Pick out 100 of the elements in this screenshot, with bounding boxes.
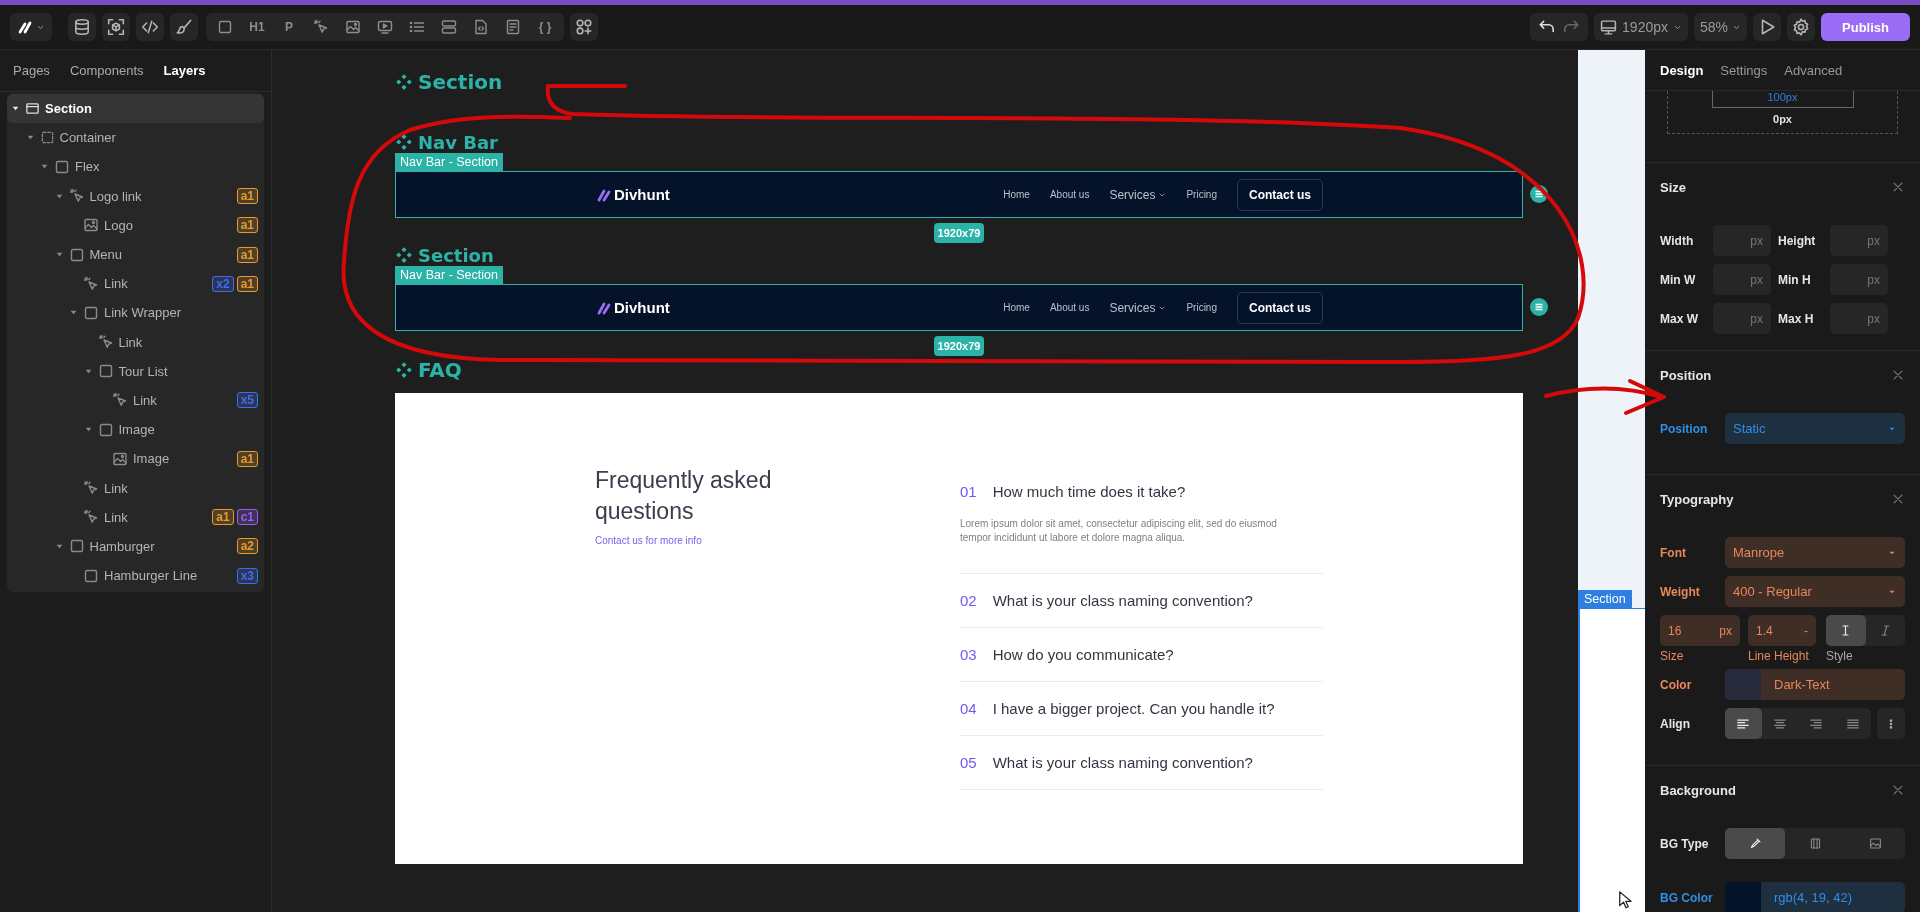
property-label: Align [1660, 716, 1691, 731]
font-style-option[interactable] [1826, 615, 1866, 646]
brand-name: Divhunt [614, 186, 670, 203]
cursor-click-icon [83, 480, 99, 497]
nav-link[interactable]: Services [1109, 187, 1167, 202]
layer-name: Link Wrapper [104, 305, 183, 321]
layer-item[interactable]: Image a1 [7, 444, 264, 474]
property-dropdown[interactable]: Manrope [1725, 537, 1905, 568]
close-button[interactable] [1891, 783, 1905, 797]
add-apps-button[interactable] [570, 13, 598, 41]
striped-square-icon [1808, 837, 1822, 850]
layer-item[interactable]: Hamburger Line x3 [7, 561, 264, 591]
panel-tab[interactable]: Components [69, 63, 144, 78]
nav-link[interactable]: Pricing [1186, 189, 1217, 200]
contact-button[interactable]: Contact us [1237, 178, 1323, 211]
layer-item[interactable]: Image [7, 415, 264, 445]
nav-link[interactable]: Home [1003, 302, 1030, 313]
color-swatch[interactable] [1725, 882, 1761, 912]
component-icon [395, 73, 413, 91]
color-field[interactable]: rgb(4, 19, 42) [1725, 882, 1905, 912]
faq-item[interactable]: 01 How much time does it take? Lorem ipsum dolor sit amet, consectetur adipiscing elit, sed do eiusmod tempor incididunt ut labore et dolore magna aliqua. [960, 465, 1323, 574]
layer-item[interactable]: Logo link a1 [7, 181, 264, 211]
nav-link[interactable]: About us [1049, 189, 1090, 200]
nav-link[interactable]: Services [1109, 300, 1167, 315]
preview-button[interactable] [1753, 13, 1782, 41]
database-button[interactable] [68, 13, 96, 41]
close-button[interactable] [1891, 180, 1905, 194]
publish-button[interactable]: Publish [1821, 13, 1910, 41]
layer-item[interactable]: Menu a1 [7, 239, 264, 270]
property-dropdown[interactable]: Static [1725, 413, 1905, 444]
close-button[interactable] [1891, 492, 1905, 506]
database-icon [73, 18, 91, 36]
layer-item[interactable]: Link [7, 473, 264, 503]
cursor-click-icon [83, 275, 99, 292]
font-size-input[interactable]: 16 px [1660, 615, 1740, 646]
layer-item[interactable]: Link x5 [7, 385, 264, 416]
nav-link[interactable]: Home [1003, 189, 1030, 200]
rows-icon [441, 19, 457, 35]
layer-item[interactable]: Tour List [7, 356, 264, 386]
layer-item[interactable]: Flex [7, 152, 264, 182]
cursor-click-icon [313, 19, 329, 35]
panel-tab[interactable]: Pages [13, 63, 50, 78]
layer-item[interactable]: Link a1 c1 [7, 502, 264, 532]
element-tool[interactable]: { } [530, 13, 560, 41]
nav-link[interactable]: About us [1049, 302, 1090, 313]
component-heading: FAQ [418, 358, 462, 382]
layer-item[interactable]: Section [7, 94, 264, 124]
layer-item[interactable]: Link x2 a1 [7, 269, 264, 299]
property-dropdown[interactable]: 400 - Regular [1725, 576, 1905, 607]
color-field[interactable]: Dark-Text [1725, 669, 1905, 700]
faq-item[interactable]: 02 What is your class naming convention? [960, 574, 1323, 628]
components-button[interactable] [102, 13, 130, 41]
color-swatch[interactable] [1725, 669, 1761, 700]
code-icon [141, 18, 159, 36]
viewport-width: 1920px [1622, 19, 1668, 35]
section-title: Background [1660, 782, 1736, 798]
menu-icon[interactable] [1530, 298, 1548, 316]
layer-item[interactable]: Container [7, 123, 264, 153]
faq-item[interactable]: 04 I have a bigger project. Can you handle it? [960, 682, 1323, 736]
text-align-option[interactable] [1725, 708, 1762, 739]
layer-item[interactable]: Link [7, 327, 264, 357]
line-height-input[interactable]: 1.4 - [1748, 615, 1816, 646]
align-left-icon [1736, 716, 1751, 731]
layer-item[interactable]: Link Wrapper [7, 298, 264, 328]
padding-value[interactable]: 100px [1711, 91, 1854, 108]
panel-tab[interactable]: Design [1660, 62, 1704, 78]
faq-item[interactable]: 05 What is your class naming convention? [960, 736, 1323, 790]
viewport-dropdown[interactable]: 1920px [1594, 13, 1688, 41]
align-justify-icon [1845, 716, 1860, 731]
count-badge: a2 [236, 538, 258, 555]
component-icon [395, 133, 413, 151]
element-tool[interactable]: P [274, 13, 304, 41]
element-tool[interactable]: H1 [242, 13, 272, 41]
code-button[interactable] [136, 13, 164, 41]
property-label: Max H [1778, 311, 1815, 326]
layer-item[interactable]: Logo a1 [7, 210, 264, 240]
section-title: Size [1660, 179, 1686, 195]
styles-button[interactable] [170, 13, 198, 41]
layer-name: Logo link [89, 188, 143, 204]
component-heading: Section [418, 244, 494, 266]
layer-item[interactable]: Hamburger a2 [7, 531, 264, 561]
margin-value[interactable]: 0px [1773, 113, 1792, 125]
faq-item[interactable]: 03 How do you communicate? [960, 628, 1323, 682]
contact-button[interactable]: Contact us [1237, 291, 1323, 324]
contact-link[interactable]: Contact us for more info [595, 535, 702, 546]
question-number: 04 [960, 700, 977, 717]
menu-icon[interactable] [1530, 185, 1548, 203]
panel-tab[interactable]: Settings [1720, 62, 1768, 78]
close-button[interactable] [1891, 368, 1905, 382]
question-text: How much time does it take? [992, 483, 1186, 500]
square-icon [97, 363, 114, 380]
brand-menu-button[interactable] [10, 13, 52, 41]
panel-tab[interactable]: Advanced [1784, 62, 1843, 78]
brand-name: Divhunt [614, 299, 670, 316]
nav-link[interactable]: Pricing [1186, 302, 1217, 313]
zoom-dropdown[interactable]: 58% [1694, 13, 1748, 41]
settings-button[interactable] [1787, 13, 1816, 41]
panel-tab[interactable]: Layers [163, 63, 206, 78]
component-icon [395, 246, 413, 264]
layer-name: Hamburger Line [104, 568, 199, 584]
